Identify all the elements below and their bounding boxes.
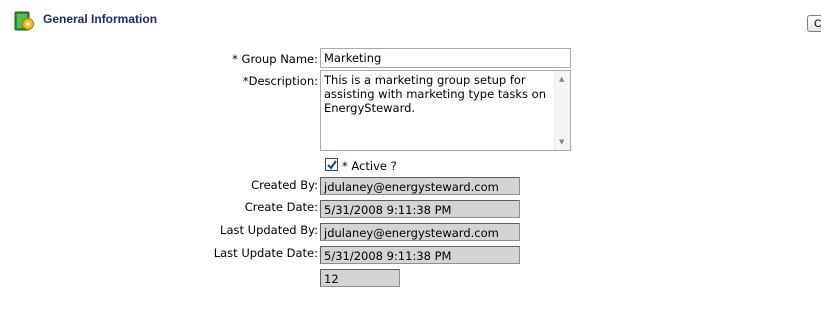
- scroll-up-icon[interactable]: ▲: [559, 75, 564, 83]
- active-checkbox[interactable]: [325, 158, 338, 171]
- last-update-date-field: 5/31/2008 9:11:38 PM: [320, 246, 520, 264]
- description-textarea[interactable]: This is a marketing group setup for assi…: [320, 70, 571, 151]
- created-by-label: Created By:: [251, 178, 318, 192]
- group-name-label: * Group Name:: [232, 52, 318, 66]
- last-update-date-label: Last Update Date:: [213, 246, 318, 260]
- page-title: General Information: [43, 12, 158, 26]
- group-settings-icon: [13, 9, 35, 33]
- description-label: *Description:: [242, 74, 318, 88]
- created-by-field: jdulaney@energysteward.com: [320, 177, 520, 195]
- create-date-label: Create Date:: [244, 200, 318, 214]
- id-field: 12: [320, 269, 400, 287]
- last-updated-by-field: jdulaney@energysteward.com: [320, 223, 520, 241]
- checkmark-icon: [327, 160, 337, 170]
- last-updated-by-label: Last Updated By:: [220, 223, 318, 237]
- group-name-input[interactable]: Marketing: [320, 48, 571, 68]
- close-button[interactable]: C: [807, 15, 821, 32]
- description-scrollbar[interactable]: ▲ ▼: [554, 71, 570, 150]
- active-label: * Active ?: [342, 159, 397, 173]
- create-date-field: 5/31/2008 9:11:38 PM: [320, 200, 520, 218]
- scroll-down-icon[interactable]: ▼: [559, 138, 564, 146]
- description-text: This is a marketing group setup for assi…: [324, 73, 546, 115]
